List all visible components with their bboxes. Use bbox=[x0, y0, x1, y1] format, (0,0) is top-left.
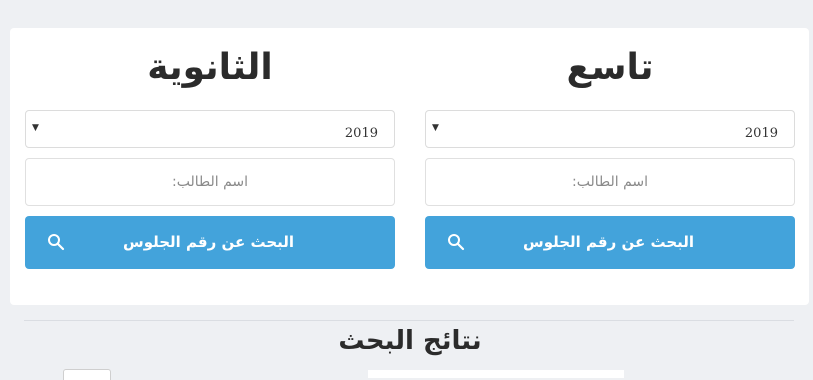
secondary-name-input[interactable]: اسم الطالب: bbox=[25, 158, 395, 206]
secondary-year-value: 2019 bbox=[344, 126, 378, 141]
results-title: نتائج البحث bbox=[338, 326, 482, 356]
ninth-search-label: البحث عن رقم الجلوس bbox=[523, 233, 695, 251]
ninth-name-placeholder: اسم الطالب: bbox=[571, 174, 649, 190]
ninth-year-value: 2019 bbox=[744, 126, 778, 141]
ninth-year-select[interactable]: ▼ 2019 bbox=[425, 110, 795, 148]
search-card: الثانوية ▼ 2019 اسم الطالب: البحث عن رقم… bbox=[10, 28, 809, 305]
ninth-name-input[interactable]: اسم الطالب: bbox=[425, 158, 795, 206]
secondary-search-label: البحث عن رقم الجلوس bbox=[123, 233, 295, 251]
search-icon bbox=[448, 234, 465, 251]
caret-down-icon: ▼ bbox=[432, 123, 439, 133]
secondary-name-placeholder: اسم الطالب: bbox=[171, 174, 249, 190]
search-icon bbox=[48, 234, 65, 251]
ninth-search-button[interactable]: البحث عن رقم الجلوس bbox=[425, 216, 795, 269]
section-divider bbox=[24, 320, 794, 321]
results-filter-input[interactable] bbox=[368, 370, 624, 378]
caret-down-icon: ▼ bbox=[32, 123, 39, 133]
ninth-title: تاسع bbox=[566, 47, 654, 88]
secondary-search-button[interactable]: البحث عن رقم الجلوس bbox=[25, 216, 395, 269]
secondary-title: الثانوية bbox=[147, 47, 273, 88]
secondary-year-select[interactable]: ▼ 2019 bbox=[25, 110, 395, 148]
